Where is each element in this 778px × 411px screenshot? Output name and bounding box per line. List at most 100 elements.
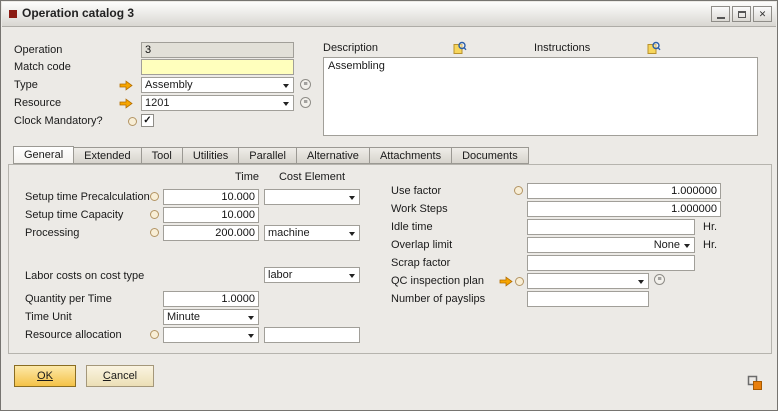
- time-unit-value: Minute: [167, 310, 244, 324]
- qc-inspection-label: QC inspection plan: [391, 275, 484, 287]
- minimize-icon: [717, 17, 725, 19]
- overlap-limit-combo[interactable]: None: [527, 237, 695, 253]
- overlap-limit-unit-label: Hr.: [703, 239, 717, 251]
- tab-general[interactable]: General: [13, 146, 74, 164]
- app-icon: [9, 10, 17, 18]
- match-code-field[interactable]: [141, 59, 294, 75]
- time-unit-combo[interactable]: Minute: [163, 309, 259, 325]
- tab-strip: General Extended Tool Utilities Parallel…: [13, 147, 529, 164]
- ok-button-label: OK: [15, 366, 75, 386]
- close-icon: ✕: [759, 10, 767, 19]
- qc-inspection-combo[interactable]: [527, 273, 649, 289]
- scrap-factor-field[interactable]: [527, 255, 695, 271]
- setup-precalc-context-icon[interactable]: [150, 192, 159, 201]
- scrap-factor-label: Scrap factor: [391, 257, 450, 269]
- resource-allocation-combo[interactable]: [163, 327, 259, 343]
- resource-label: Resource: [14, 97, 61, 109]
- operation-label: Operation: [14, 44, 62, 56]
- description-label: Description: [323, 42, 378, 54]
- processing-cost-combo[interactable]: machine: [264, 225, 360, 241]
- idle-time-field[interactable]: [527, 219, 695, 235]
- chevron-down-icon: [684, 244, 690, 248]
- resource-combo[interactable]: 1201: [141, 95, 294, 111]
- window-title: Operation catalog 3: [22, 6, 134, 20]
- chevron-down-icon: [283, 84, 289, 88]
- chevron-down-icon: [349, 274, 355, 278]
- chevron-down-icon: [248, 334, 254, 338]
- tab-attachments[interactable]: Attachments: [370, 147, 452, 164]
- ok-button[interactable]: OK: [14, 365, 76, 387]
- overlap-limit-value: None: [531, 238, 680, 252]
- quantity-per-time-label: Quantity per Time: [25, 293, 112, 305]
- maximize-icon: [738, 11, 746, 18]
- work-steps-label: Work Steps: [391, 203, 448, 215]
- cost-element-column-header: Cost Element: [264, 171, 360, 183]
- minimize-button[interactable]: [711, 6, 730, 22]
- time-unit-label: Time Unit: [25, 311, 72, 323]
- processing-time-field[interactable]: [163, 225, 259, 241]
- tab-tool[interactable]: Tool: [142, 147, 183, 164]
- cancel-button[interactable]: Cancel: [86, 365, 154, 387]
- qc-context-icon[interactable]: [515, 277, 524, 286]
- use-factor-label: Use factor: [391, 185, 441, 197]
- idle-time-unit-label: Hr.: [703, 221, 717, 233]
- resource-allocation-context-icon[interactable]: [150, 330, 159, 339]
- setup-precalc-time-field[interactable]: [163, 189, 259, 205]
- type-link-arrow-icon[interactable]: [119, 80, 133, 91]
- use-factor-field[interactable]: [527, 183, 721, 199]
- setup-capacity-context-icon[interactable]: [150, 210, 159, 219]
- close-button[interactable]: ✕: [753, 6, 772, 22]
- type-edit-icon[interactable]: ≡: [300, 79, 311, 90]
- chevron-down-icon: [349, 196, 355, 200]
- tab-utilities[interactable]: Utilities: [183, 147, 239, 164]
- quantity-per-time-field[interactable]: [163, 291, 259, 307]
- type-combo-value: Assembly: [145, 78, 279, 92]
- operation-field[interactable]: [141, 42, 294, 58]
- resource-link-arrow-icon[interactable]: [119, 98, 133, 109]
- clock-field-context-icon[interactable]: [128, 117, 137, 126]
- tab-alternative[interactable]: Alternative: [297, 147, 370, 164]
- type-combo[interactable]: Assembly: [141, 77, 294, 93]
- tab-extended[interactable]: Extended: [74, 147, 141, 164]
- work-steps-field[interactable]: [527, 201, 721, 217]
- instructions-zoom-icon[interactable]: [647, 41, 661, 55]
- setup-precalc-cost-combo[interactable]: [264, 189, 360, 205]
- operation-catalog-window: Operation catalog 3 ✕ Operation Match co…: [0, 0, 778, 411]
- payslips-field[interactable]: [527, 291, 649, 307]
- tab-parallel[interactable]: Parallel: [239, 147, 297, 164]
- description-zoom-icon[interactable]: [453, 41, 467, 55]
- labor-costs-label: Labor costs on cost type: [25, 270, 144, 282]
- instructions-label: Instructions: [534, 42, 590, 54]
- labor-costs-combo[interactable]: labor: [264, 267, 360, 283]
- setup-capacity-time-field[interactable]: [163, 207, 259, 223]
- description-textarea[interactable]: Assembling: [323, 57, 758, 136]
- chevron-down-icon: [638, 280, 644, 284]
- maximize-button[interactable]: [732, 6, 751, 22]
- qc-edit-icon[interactable]: ≡: [654, 274, 665, 285]
- tab-documents[interactable]: Documents: [452, 147, 529, 164]
- processing-cost-value: machine: [268, 226, 345, 240]
- idle-time-label: Idle time: [391, 221, 433, 233]
- resource-combo-value: 1201: [145, 96, 279, 110]
- setup-precalc-label: Setup time Precalculation: [25, 191, 150, 203]
- clock-mandatory-checkbox[interactable]: ✓: [141, 114, 154, 127]
- resource-allocation-label: Resource allocation: [25, 329, 122, 341]
- match-code-label: Match code: [14, 61, 71, 73]
- resource-edit-icon[interactable]: ≡: [300, 97, 311, 108]
- title-bar[interactable]: Operation catalog 3 ✕: [2, 2, 776, 27]
- clock-mandatory-label: Clock Mandatory?: [14, 115, 103, 127]
- setup-capacity-label: Setup time Capacity: [25, 209, 123, 221]
- resize-form-icon[interactable]: [747, 375, 763, 391]
- qc-link-arrow-icon[interactable]: [499, 276, 513, 287]
- chevron-down-icon: [248, 316, 254, 320]
- cancel-button-label: Cancel: [87, 366, 153, 386]
- resource-allocation-extra-field[interactable]: [264, 327, 360, 343]
- processing-context-icon[interactable]: [150, 228, 159, 237]
- payslips-label: Number of payslips: [391, 293, 485, 305]
- checkmark-icon: ✓: [143, 115, 151, 126]
- use-factor-context-icon[interactable]: [514, 186, 523, 195]
- processing-label: Processing: [25, 227, 79, 239]
- labor-costs-value: labor: [268, 268, 345, 282]
- chevron-down-icon: [349, 232, 355, 236]
- type-label: Type: [14, 79, 38, 91]
